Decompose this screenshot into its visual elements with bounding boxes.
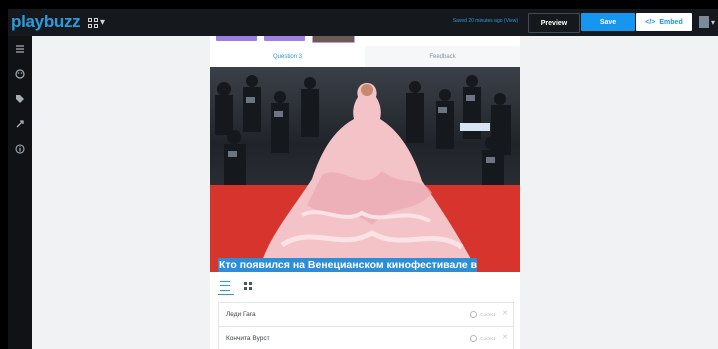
radio-icon — [470, 311, 478, 318]
answer-row[interactable]: Кончита Вурст Correct ✕ — [218, 326, 514, 349]
question-card: Question 3 Feedback Кто появился на Вене… — [210, 36, 520, 349]
avatar — [699, 16, 709, 28]
embed-button[interactable]: </> Embed — [636, 13, 692, 31]
answer-layout-switch — [220, 281, 252, 291]
card-tabs: Question 3 Feedback — [210, 46, 520, 68]
pink-feather-dress — [262, 83, 472, 261]
code-icon: </> — [645, 18, 656, 26]
saved-status: Saved 20 minutes ago (View) — [453, 18, 518, 24]
question-title[interactable]: Кто появился на Венецианском кинофестива… — [219, 257, 511, 272]
top-bar: playbuzz ▾ Saved 20 minutes ago (View) P… — [8, 9, 718, 36]
correct-toggle[interactable]: Correct — [470, 311, 495, 318]
palette-icon[interactable] — [15, 69, 25, 79]
chevron-down-icon: ▾ — [710, 17, 715, 27]
correct-label: Correct — [480, 336, 495, 341]
view-saved-link[interactable]: (View) — [504, 18, 518, 24]
editor-canvas: Question 3 Feedback Кто появился на Вене… — [32, 36, 718, 349]
question-thumb[interactable] — [264, 36, 305, 41]
tag-icon[interactable] — [15, 94, 25, 104]
question-thumbnails — [216, 36, 355, 43]
list-view-icon[interactable] — [220, 281, 230, 291]
tab-feedback[interactable]: Feedback — [365, 46, 520, 67]
app-frame: playbuzz ▾ Saved 20 minutes ago (View) P… — [0, 0, 718, 349]
playbuzz-logo[interactable]: playbuzz — [11, 12, 81, 32]
saved-text: Saved 20 minutes ago — [452, 18, 504, 24]
active-view-indicator — [218, 294, 234, 295]
delete-icon[interactable]: ✕ — [502, 333, 508, 341]
radio-icon — [470, 335, 478, 342]
chevron-down-icon: ▾ — [100, 17, 106, 28]
save-button[interactable]: Save — [581, 13, 635, 31]
info-icon[interactable] — [15, 144, 25, 154]
question-thumb[interactable] — [312, 36, 355, 43]
correct-toggle[interactable]: Correct — [470, 335, 495, 342]
preview-button[interactable]: Preview — [528, 13, 580, 33]
left-sidebar — [8, 36, 32, 349]
apps-menu-button[interactable]: ▾ — [88, 17, 105, 28]
share-icon[interactable] — [15, 119, 25, 129]
delete-icon[interactable]: ✕ — [502, 309, 508, 317]
grid-view-icon[interactable] — [244, 282, 252, 290]
answer-label[interactable]: Кончита Вурст — [226, 335, 270, 342]
user-menu[interactable]: ▾ — [699, 15, 715, 29]
answer-row[interactable]: Леди Гага Correct ✕ — [218, 302, 514, 328]
apps-grid-icon — [88, 17, 98, 28]
question-thumb[interactable] — [216, 36, 257, 41]
answer-label[interactable]: Леди Гага — [226, 311, 256, 318]
question-image[interactable]: Кто появился на Венецианском кинофестива… — [210, 67, 520, 272]
question-text: Кто появился на Венецианском кинофестива… — [219, 259, 478, 272]
tab-question[interactable]: Question 3 — [210, 46, 365, 68]
embed-label: Embed — [659, 18, 683, 26]
correct-label: Correct — [480, 312, 495, 317]
menu-icon[interactable] — [15, 44, 25, 54]
